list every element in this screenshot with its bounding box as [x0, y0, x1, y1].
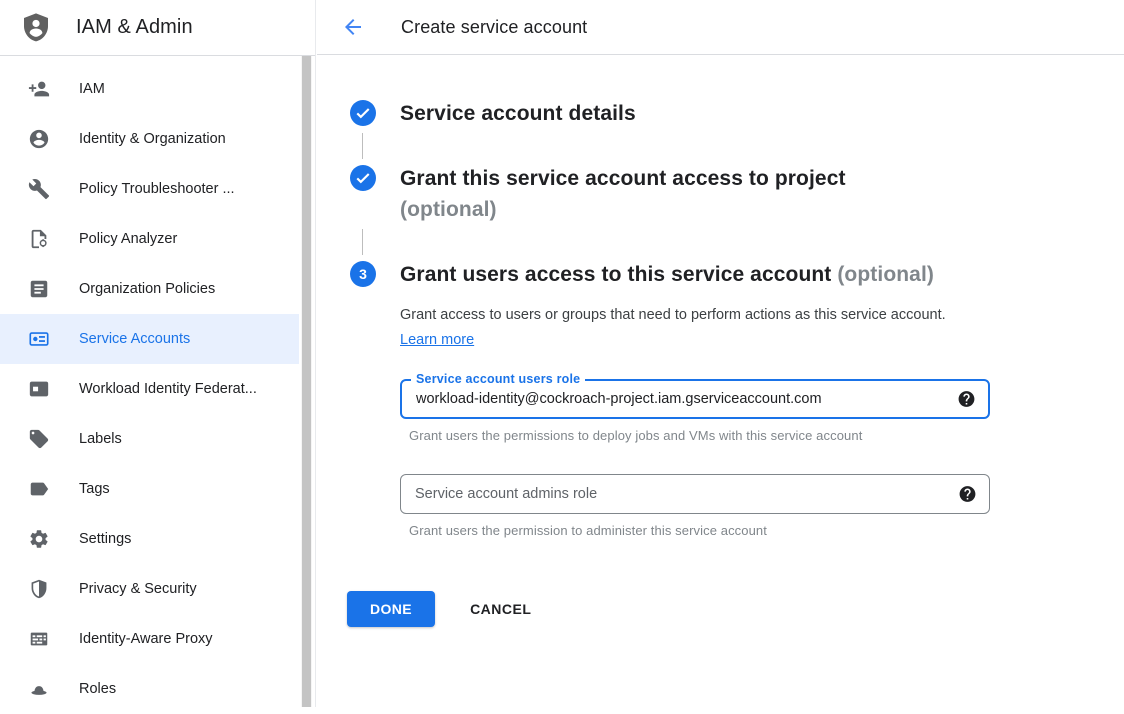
step-title-text: Service account details — [400, 102, 636, 125]
sidebar-item-organization-policies[interactable]: Organization Policies — [0, 264, 299, 314]
optional-label: (optional) — [837, 263, 934, 286]
optional-label: (optional) — [400, 194, 846, 225]
service-account-admins-role-field — [400, 474, 990, 514]
sidebar-item-labels[interactable]: Labels — [0, 414, 299, 464]
step-title: Grant this service account access to pro… — [400, 163, 846, 225]
sidebar-item-policy-troubleshooter[interactable]: Policy Troubleshooter ... — [0, 164, 299, 214]
sidebar-item-label: Service Accounts — [79, 331, 190, 347]
sidebar-item-label: Privacy & Security — [79, 581, 197, 597]
service-account-key-icon — [28, 328, 50, 350]
sidebar-header: IAM & Admin — [0, 0, 315, 56]
done-button[interactable]: DONE — [347, 591, 435, 627]
learn-more-link[interactable]: Learn more — [400, 332, 474, 348]
sidebar-item-service-accounts[interactable]: Service Accounts — [0, 314, 299, 364]
wizard-step-1: Service account details — [350, 98, 1124, 129]
check-circle-icon — [350, 100, 376, 126]
proxy-grid-icon — [28, 628, 50, 650]
step-title-text: Grant users access to this service accou… — [400, 263, 831, 286]
shield-person-icon — [20, 10, 52, 46]
step-number-badge: 3 — [350, 261, 376, 287]
sidebar-item-workload-identity-federat[interactable]: Workload Identity Federat... — [0, 364, 299, 414]
document-gear-icon — [28, 228, 50, 250]
sidebar-item-label: Policy Analyzer — [79, 231, 177, 247]
field-helper-text: Grant users the permission to administer… — [409, 523, 1124, 538]
article-icon — [28, 278, 50, 300]
step-title: Grant users access to this service accou… — [400, 259, 934, 290]
cancel-button[interactable]: CANCEL — [470, 601, 531, 617]
shield-half-icon — [28, 578, 50, 600]
sidebar-item-label: Tags — [79, 481, 110, 497]
gear-icon — [28, 528, 50, 550]
sidebar-item-label: Policy Troubleshooter ... — [79, 181, 235, 197]
step-3-body: Grant access to users or groups that nee… — [400, 303, 1124, 538]
step-title-text: Grant this service account access to pro… — [400, 167, 846, 190]
main-panel: Create service account Service account d… — [317, 0, 1124, 707]
step-description: Grant access to users or groups that nee… — [400, 303, 965, 353]
help-circle-icon[interactable] — [957, 390, 976, 409]
sidebar-item-iam[interactable]: IAM — [0, 64, 299, 114]
sidebar-item-label: Labels — [79, 431, 122, 447]
wrench-icon — [28, 178, 50, 200]
sidebar-item-label: IAM — [79, 81, 105, 97]
hat-icon — [28, 678, 50, 700]
sidebar-item-tags[interactable]: Tags — [0, 464, 299, 514]
label-tag-icon — [28, 428, 50, 450]
sidebar-item-policy-analyzer[interactable]: Policy Analyzer — [0, 214, 299, 264]
page-title: Create service account — [401, 17, 587, 38]
sidebar-scrollbar-thumb[interactable] — [302, 56, 311, 707]
step-connector — [362, 229, 1124, 255]
help-circle-icon[interactable] — [958, 485, 977, 504]
back-arrow-icon[interactable] — [341, 15, 365, 39]
sidebar: IAM & Admin IAM Identity & Organization Po… — [0, 0, 316, 707]
wizard-step-2: Grant this service account access to pro… — [350, 163, 1124, 225]
sidebar-item-identity-organization[interactable]: Identity & Organization — [0, 114, 299, 164]
card-icon — [28, 378, 50, 400]
app-title: IAM & Admin — [76, 16, 193, 39]
wizard: Service account details Grant this servi… — [317, 55, 1124, 627]
sidebar-nav: IAM Identity & Organization Policy Trouble… — [0, 56, 299, 714]
step-title: Service account details — [400, 98, 636, 129]
sidebar-item-identity-aware-proxy[interactable]: Identity-Aware Proxy — [0, 614, 299, 664]
sidebar-item-label: Organization Policies — [79, 281, 215, 297]
sidebar-item-label: Settings — [79, 531, 131, 547]
page-header: Create service account — [317, 0, 1124, 55]
tag-arrow-icon — [28, 478, 50, 500]
step-description-text: Grant access to users or groups that nee… — [400, 307, 946, 323]
sidebar-item-label: Identity & Organization — [79, 131, 226, 147]
step-number: 3 — [350, 261, 376, 287]
sidebar-item-settings[interactable]: Settings — [0, 514, 299, 564]
sidebar-scrollbar[interactable] — [301, 56, 312, 707]
field-helper-text: Grant users the permissions to deploy jo… — [409, 428, 1124, 443]
sidebar-item-label: Workload Identity Federat... — [79, 381, 257, 397]
service-account-admins-role-input[interactable] — [401, 475, 945, 513]
service-account-users-role-field: Service account users role — [400, 379, 990, 419]
check-circle-icon — [350, 165, 376, 191]
person-add-icon — [28, 78, 50, 100]
service-account-users-role-input[interactable] — [402, 381, 944, 417]
wizard-step-3: 3 Grant users access to this service acc… — [350, 259, 1124, 290]
sidebar-item-label: Identity-Aware Proxy — [79, 631, 213, 647]
account-circle-icon — [28, 128, 50, 150]
step-connector — [362, 133, 1124, 159]
sidebar-item-label: Roles — [79, 681, 116, 697]
sidebar-item-privacy-security[interactable]: Privacy & Security — [0, 564, 299, 614]
action-buttons: DONE CANCEL — [347, 591, 1124, 627]
